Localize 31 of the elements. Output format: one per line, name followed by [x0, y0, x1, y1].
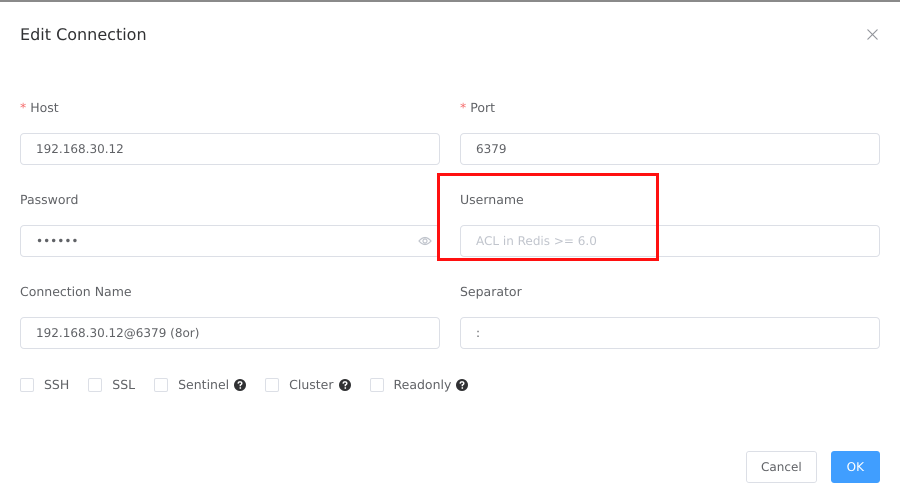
option-label[interactable]: Readonly [394, 377, 452, 392]
field-label: Port [470, 100, 496, 114]
password-field[interactable]: •••••• [20, 225, 440, 257]
field-label: Connection Name [20, 284, 132, 298]
help-icon[interactable] [234, 378, 246, 390]
input-field[interactable]: ACL in Redis >= 6.0 [460, 225, 880, 257]
required-mark: * [460, 100, 466, 114]
dialog-title: Edit Connection [20, 24, 147, 44]
option-label[interactable]: Cluster [289, 377, 334, 392]
option-label[interactable]: SSH [44, 377, 70, 392]
checkbox[interactable] [154, 378, 168, 392]
input-field[interactable]: 192.168.30.12 [20, 133, 440, 165]
input-field[interactable]: : [460, 317, 880, 349]
option-label[interactable]: SSL [112, 377, 136, 392]
checkbox[interactable] [370, 378, 384, 392]
checkbox[interactable] [20, 378, 34, 392]
option-label[interactable]: Sentinel [178, 377, 230, 392]
checkbox[interactable] [88, 378, 102, 392]
help-icon[interactable] [456, 378, 468, 390]
eye-icon[interactable] [418, 236, 432, 246]
checkbox[interactable] [265, 378, 280, 392]
field-label: Password [20, 192, 78, 206]
required-mark: * [20, 100, 26, 114]
input-field[interactable]: 6379 [460, 133, 880, 165]
field-label: Separator [460, 284, 522, 298]
field-label: Host [30, 100, 59, 114]
close-icon[interactable] [867, 28, 878, 40]
help-icon[interactable] [338, 378, 351, 390]
input-field[interactable]: 192.168.30.12@6379 (8or) [20, 317, 440, 349]
cancel-button[interactable]: Cancel [746, 451, 817, 483]
field-label: Username [460, 192, 524, 206]
